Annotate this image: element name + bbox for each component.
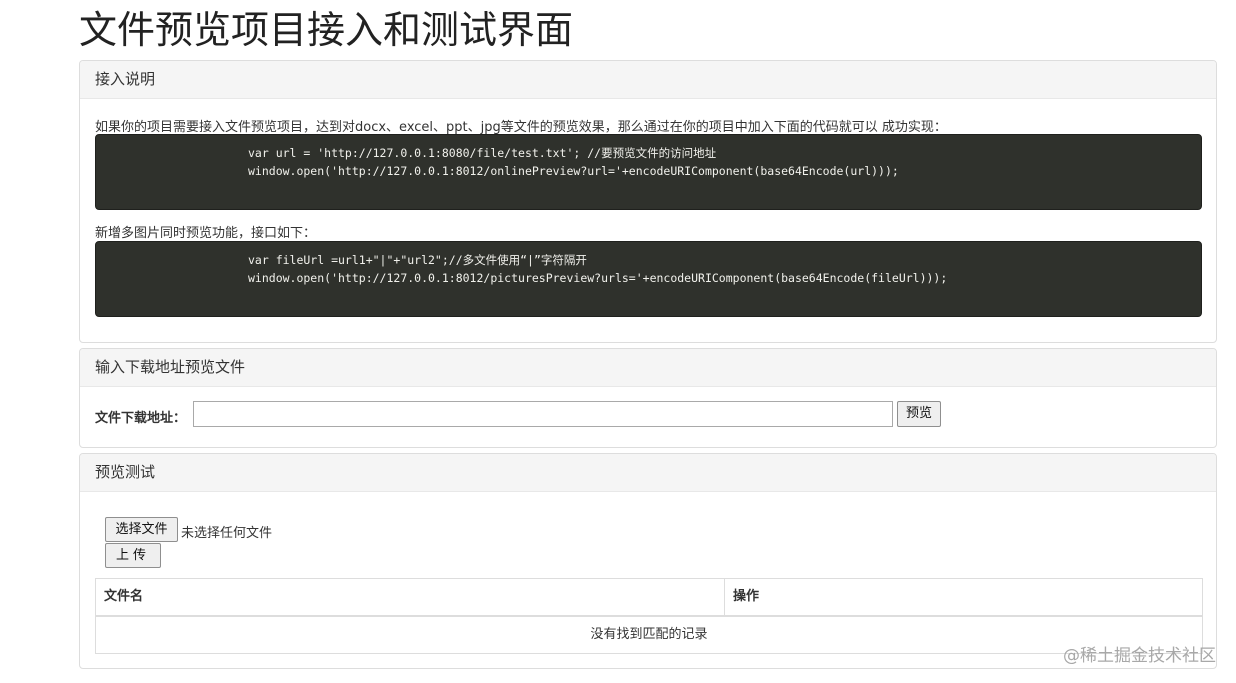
code-line: window.open('http://127.0.0.1:8012/pictu… [248, 271, 948, 285]
choose-file-button[interactable]: 选择文件 [105, 517, 178, 542]
intro-description: 如果你的项目需要接入文件预览项目，达到对docx、excel、ppt、jpg等文… [95, 120, 947, 135]
preview-test-heading: 预览测试 [80, 454, 1216, 492]
intro-panel: 接入说明 如果你的项目需要接入文件预览项目，达到对docx、excel、ppt、… [79, 60, 1217, 343]
file-status-text: 未选择任何文件 [181, 526, 273, 541]
download-panel-heading: 输入下载地址预览文件 [80, 349, 1216, 387]
intro-panel-heading: 接入说明 [80, 61, 1216, 99]
file-table: 文件名 操作 没有找到匹配的记录 [95, 578, 1203, 654]
multi-image-description: 新增多图片同时预览功能，接口如下： [95, 226, 317, 241]
preview-button[interactable]: 预览 [897, 401, 941, 427]
code-block-single-preview: var url = 'http://127.0.0.1:8080/file/te… [95, 134, 1202, 210]
download-panel: 输入下载地址预览文件 文件下载地址： 预览 [79, 348, 1217, 448]
column-header-actions[interactable]: 操作 [725, 579, 1202, 615]
page-title: 文件预览项目接入和测试界面 [79, 8, 574, 52]
code-line: var url = 'http://127.0.0.1:8080/file/te… [248, 146, 717, 160]
column-header-filename[interactable]: 文件名 [96, 579, 725, 615]
table-empty-message: 没有找到匹配的记录 [590, 627, 708, 642]
table-header: 文件名 操作 [96, 579, 1202, 617]
code-line: var fileUrl =url1+"|"+"url2";//多文件使用“|”字… [248, 253, 587, 267]
watermark: @稀土掘金技术社区 [1063, 646, 1216, 666]
code-line: window.open('http://127.0.0.1:8012/onlin… [248, 164, 899, 178]
download-url-label: 文件下载地址： [95, 411, 187, 426]
upload-button[interactable]: 上传 [105, 543, 161, 568]
code-block-multi-preview: var fileUrl =url1+"|"+"url2";//多文件使用“|”字… [95, 241, 1202, 317]
preview-test-panel: 预览测试 选择文件 未选择任何文件 上传 文件名 操作 没有找到匹配的记录 [79, 453, 1217, 669]
download-url-input[interactable] [193, 401, 893, 427]
